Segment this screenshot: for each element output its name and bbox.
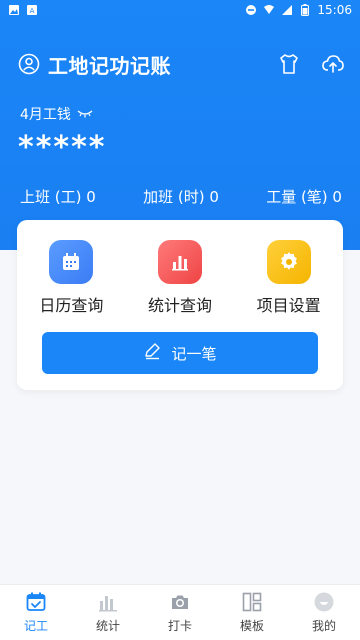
signal-icon bbox=[281, 4, 293, 16]
hero-header: A 15:06 工地记功记账 4月工钱 ***** 上班 (工) 0 加班 (时… bbox=[0, 0, 360, 250]
svg-text:A: A bbox=[30, 7, 35, 15]
wifi-icon bbox=[263, 4, 275, 16]
feature-label: 统计查询 bbox=[147, 296, 212, 315]
battery-icon bbox=[299, 4, 311, 16]
nav-label: 打卡 bbox=[167, 619, 192, 633]
feature-project-settings[interactable]: 项目设置 bbox=[241, 240, 337, 316]
feature-card: 日历查询 统计查询 项目设置 记一笔 bbox=[17, 220, 343, 390]
nav-item-stats[interactable]: 统计 bbox=[78, 591, 138, 634]
app-notification-icon: A bbox=[26, 4, 38, 16]
dnd-icon bbox=[245, 4, 257, 16]
header-actions bbox=[276, 51, 346, 77]
status-time: 15:06 bbox=[317, 3, 352, 17]
feature-calendar-query[interactable]: 日历查询 bbox=[23, 240, 119, 316]
hidden-amount: ***** bbox=[18, 130, 107, 165]
gear-icon bbox=[266, 240, 311, 284]
nav-label: 我的 bbox=[311, 619, 336, 633]
status-left: A bbox=[8, 4, 38, 16]
profile-icon bbox=[313, 591, 335, 613]
layout-icon bbox=[241, 591, 263, 613]
bar-chart-icon bbox=[97, 591, 119, 613]
nav-label: 模板 bbox=[239, 619, 264, 633]
gallery-notification-icon bbox=[8, 4, 20, 16]
feature-label: 日历查询 bbox=[39, 296, 104, 315]
overtime-stat: 加班 (时) 0 bbox=[143, 188, 219, 206]
calendar-check-icon bbox=[25, 591, 47, 613]
quantity-stat: 工量 (笔) 0 bbox=[266, 188, 342, 206]
feature-statistics-query[interactable]: 统计查询 bbox=[132, 240, 228, 316]
camera-icon bbox=[169, 591, 191, 613]
record-entry-button[interactable]: 记一笔 bbox=[42, 332, 318, 374]
nav-item-record[interactable]: 记工 bbox=[6, 591, 66, 634]
month-wage-row: 4月工钱 bbox=[20, 104, 93, 124]
user-icon[interactable] bbox=[18, 53, 40, 75]
month-wage-label: 4月工钱 bbox=[20, 107, 71, 123]
pencil-icon bbox=[143, 342, 161, 364]
feature-label: 项目设置 bbox=[256, 296, 321, 315]
nav-item-checkin[interactable]: 打卡 bbox=[150, 591, 210, 634]
cloud-upload-icon[interactable] bbox=[320, 51, 346, 77]
nav-item-profile[interactable]: 我的 bbox=[294, 591, 354, 634]
nav-label: 记工 bbox=[23, 619, 48, 633]
bottom-nav: 记工 统计 打卡 模板 我的 bbox=[0, 584, 360, 640]
feature-list: 日历查询 统计查询 项目设置 bbox=[17, 240, 343, 316]
work-stat: 上班 (工) 0 bbox=[20, 188, 96, 206]
record-entry-label: 记一笔 bbox=[171, 344, 217, 363]
status-right: 15:06 bbox=[245, 3, 352, 17]
stats-row: 上班 (工) 0 加班 (时) 0 工量 (笔) 0 bbox=[20, 186, 342, 207]
calendar-icon bbox=[49, 240, 94, 284]
bar-chart-icon bbox=[157, 240, 202, 284]
nav-item-template[interactable]: 模板 bbox=[222, 591, 282, 634]
eye-closed-icon[interactable] bbox=[77, 106, 93, 122]
app-title: 工地记功记账 bbox=[48, 53, 171, 78]
status-bar: A 15:06 bbox=[0, 0, 360, 20]
title-bar: 工地记功记账 bbox=[18, 48, 346, 80]
nav-label: 统计 bbox=[95, 619, 120, 633]
shirt-icon[interactable] bbox=[276, 51, 302, 77]
